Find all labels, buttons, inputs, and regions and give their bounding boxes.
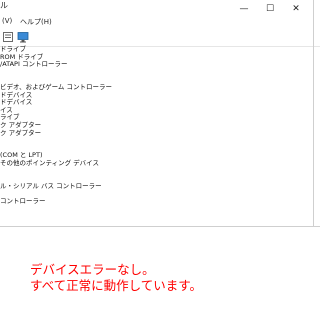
menu-view[interactable]: (V) (2, 17, 12, 25)
device-tree: ドライブ ROM ドライブ /ATAPI コントローラー ビデオ、およびゲーム … (0, 45, 320, 206)
minimize-button[interactable]: — (232, 0, 256, 17)
tree-item[interactable]: ク アダプター (0, 129, 320, 138)
tree-item[interactable] (0, 145, 320, 153)
device-manager-window: ル — ☐ ✕ (V) ヘルプ(H) ドライブ ROM ドライブ /ATAPI … (0, 0, 320, 228)
toolbar (0, 29, 320, 47)
tree-item[interactable]: イス (0, 106, 320, 115)
close-button[interactable]: ✕ (284, 0, 308, 17)
tree-item[interactable] (0, 190, 320, 198)
tree-item[interactable]: ビデオ、およびゲーム コントローラー (0, 83, 320, 92)
message-line-2: すべて正常に動作しています。 (30, 278, 203, 293)
tree-item[interactable]: ドデバイス (0, 91, 320, 100)
tree-item[interactable]: ライブ (0, 114, 320, 122)
status-message: デバイスエラーなし。 すべて正常に動作しています。 (30, 262, 202, 294)
monitor-icon[interactable] (17, 31, 29, 43)
minimize-icon: — (239, 3, 249, 14)
tree-item[interactable]: ク アダプター (0, 121, 320, 130)
tree-item[interactable] (0, 137, 320, 145)
maximize-button[interactable]: ☐ (258, 0, 282, 17)
show-properties-icon[interactable] (2, 31, 14, 43)
tree-item[interactable]: /ATAPI コントローラー (0, 61, 320, 69)
tree-item[interactable]: その他のポインティング デバイス (0, 159, 320, 168)
window-right-border (313, 0, 314, 227)
tree-item[interactable] (0, 69, 320, 77)
close-icon: ✕ (292, 3, 300, 14)
tree-item[interactable]: ドデバイス (0, 99, 320, 107)
window-bottom-border (0, 226, 320, 227)
tree-item[interactable]: コントローラー (0, 197, 320, 206)
title-bar: ル — ☐ ✕ (0, 0, 320, 17)
menu-bar: (V) ヘルプ(H) (0, 17, 320, 29)
maximize-icon: ☐ (265, 3, 275, 14)
message-line-1: デバイスエラーなし。 (30, 262, 155, 277)
window-title: ル (0, 1, 8, 10)
tree-item[interactable]: ドライブ (0, 45, 320, 54)
tree-item[interactable] (0, 168, 320, 176)
menu-help[interactable]: ヘルプ(H) (20, 17, 52, 27)
tree-item[interactable]: ル・シリアル バス コントローラー (0, 182, 320, 191)
